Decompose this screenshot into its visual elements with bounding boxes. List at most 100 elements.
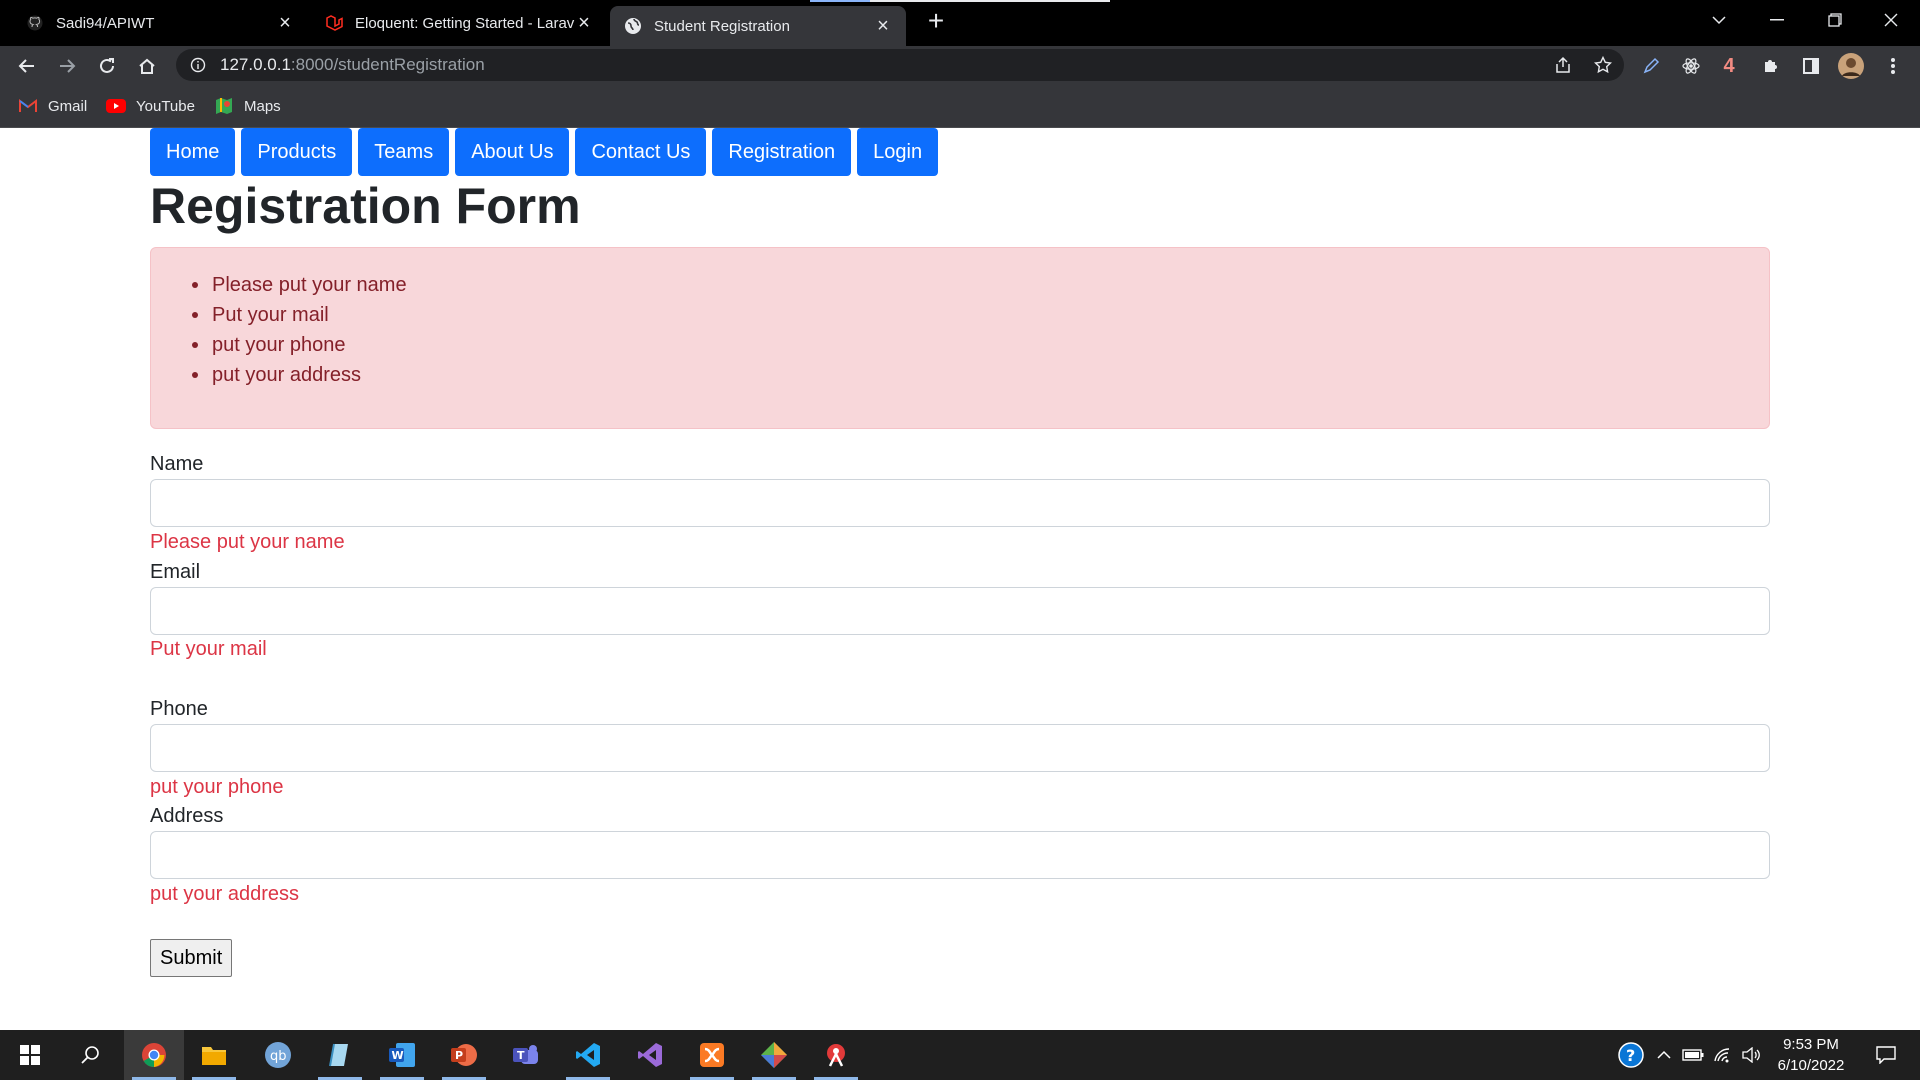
error-list-item: put your address [192, 360, 407, 390]
address-error: put your address [150, 883, 299, 905]
chrome-menu-icon[interactable] [1880, 53, 1906, 79]
vscode-icon[interactable] [558, 1030, 618, 1080]
back-icon[interactable] [14, 53, 40, 79]
web-page: Home Products Teams About Us Contact Us … [0, 128, 1920, 1030]
windows-taskbar: qb W P T ? 9:53 PM 6/10/2022 [0, 1030, 1920, 1080]
bookmarks-bar: Gmail YouTube Maps [0, 84, 1920, 128]
word-icon[interactable]: W [372, 1030, 432, 1080]
system-clock[interactable]: 9:53 PM 6/10/2022 [1770, 1034, 1852, 1076]
tab-title: Student Registration [654, 17, 790, 35]
new-tab-button[interactable]: + [922, 7, 950, 36]
globe-icon [624, 17, 642, 35]
tab-github[interactable]: Sadi94/APIWT × [12, 3, 308, 43]
home-icon[interactable] [134, 53, 160, 79]
tab-title: Sadi94/APIWT [56, 14, 155, 32]
notifications-icon[interactable] [1866, 1030, 1906, 1080]
nav-home[interactable]: Home [150, 128, 236, 176]
email-error: Put your mail [150, 638, 267, 660]
windows-start-icon[interactable] [0, 1030, 60, 1080]
minimize-icon[interactable] [1748, 0, 1806, 40]
qbittorrent-icon[interactable]: qb [248, 1030, 308, 1080]
phone-input[interactable] [150, 724, 1770, 772]
close-tab-icon[interactable]: × [874, 15, 892, 37]
forward-icon[interactable] [54, 53, 80, 79]
visual-studio-icon[interactable] [620, 1030, 680, 1080]
close-tab-icon[interactable]: × [276, 12, 294, 34]
reload-icon[interactable] [94, 53, 120, 79]
bookmark-youtube[interactable]: YouTube [106, 94, 195, 118]
bookmark-maps[interactable]: Maps [214, 94, 281, 118]
extensions-puzzle-icon[interactable] [1758, 53, 1784, 79]
error-list-item: Put your mail [192, 300, 407, 330]
laravel-icon [325, 14, 343, 32]
notepad-icon[interactable] [310, 1030, 370, 1080]
error-list-item: put your phone [192, 330, 407, 360]
nav-contact-us[interactable]: Contact Us [575, 128, 707, 176]
address-bar[interactable]: 127.0.0.1:8000/studentRegistration [176, 49, 1624, 81]
bookmark-label: Gmail [48, 97, 88, 115]
search-icon[interactable] [60, 1030, 120, 1080]
xampp-icon[interactable] [682, 1030, 742, 1080]
phone-error: put your phone [150, 776, 284, 798]
git-icon[interactable] [744, 1030, 804, 1080]
browser-tab-bar: Sadi94/APIWT × Eloquent: Getting Started… [0, 0, 1920, 46]
address-label: Address [150, 805, 224, 827]
gmail-icon [18, 98, 38, 114]
clock-date: 6/10/2022 [1777, 1057, 1845, 1074]
help-icon[interactable]: ? [1616, 1030, 1646, 1080]
wifi-icon[interactable] [1710, 1030, 1736, 1080]
teams-icon[interactable]: T [496, 1030, 556, 1080]
svg-text:qb: qb [270, 1049, 287, 1064]
bookmark-label: Maps [244, 97, 281, 115]
bookmark-label: YouTube [136, 97, 195, 115]
svg-text:T: T [517, 1049, 525, 1062]
tab-student-registration[interactable]: Student Registration × [610, 6, 906, 46]
youtube-icon [106, 98, 126, 114]
submit-button[interactable]: Submit [150, 939, 233, 977]
url-text: 127.0.0.1:8000/studentRegistration [220, 55, 485, 75]
email-input[interactable] [150, 587, 1770, 635]
react-devtools-icon[interactable] [1678, 53, 1704, 79]
battery-icon[interactable] [1680, 1030, 1706, 1080]
page-title: Registration Form [150, 178, 581, 234]
svg-text:P: P [455, 1049, 463, 1062]
share-icon[interactable] [1554, 56, 1572, 79]
address-input[interactable] [150, 831, 1770, 879]
bookmark-gmail[interactable]: Gmail [18, 94, 87, 118]
profile-avatar[interactable] [1838, 53, 1864, 79]
chrome-icon[interactable] [124, 1030, 184, 1080]
nav-products[interactable]: Products [241, 128, 353, 176]
phone-label: Phone [150, 698, 208, 720]
svg-text:?: ? [1626, 1046, 1635, 1065]
side-panel-icon[interactable] [1798, 53, 1824, 79]
snipping-tool-icon[interactable] [806, 1030, 866, 1080]
close-window-icon[interactable] [1862, 0, 1920, 40]
close-tab-icon[interactable]: × [575, 12, 593, 34]
site-info-icon[interactable] [190, 57, 206, 78]
svg-text:W: W [392, 1049, 404, 1062]
error-list-item: Please put your name [192, 270, 407, 300]
github-icon [26, 14, 44, 32]
email-label: Email [150, 561, 201, 583]
error-list: Please put your name Put your mail put y… [192, 270, 407, 390]
tab-laravel[interactable]: Eloquent: Getting Started - Larav × [311, 3, 607, 43]
powerpoint-icon[interactable]: P [434, 1030, 494, 1080]
file-explorer-icon[interactable] [184, 1030, 244, 1080]
browser-toolbar: 127.0.0.1:8000/studentRegistration 4 [0, 46, 1920, 84]
name-error: Please put your name [150, 531, 345, 553]
restore-icon[interactable] [1806, 0, 1864, 40]
nav-about-us[interactable]: About Us [455, 128, 570, 176]
pen-extension-icon[interactable] [1638, 53, 1664, 79]
nav-registration[interactable]: Registration [712, 128, 852, 176]
extension-badge[interactable]: 4 [1716, 53, 1742, 79]
nav-login[interactable]: Login [857, 128, 939, 176]
volume-icon[interactable] [1738, 1030, 1764, 1080]
bookmark-star-icon[interactable] [1593, 55, 1613, 79]
tab-search-chevron-icon[interactable] [1690, 0, 1748, 40]
loading-indicator [810, 0, 1110, 2]
name-input[interactable] [150, 479, 1770, 527]
error-alert: Please put your name Put your mail put y… [150, 247, 1770, 429]
nav-teams[interactable]: Teams [358, 128, 450, 176]
tab-title: Eloquent: Getting Started - Larav [355, 14, 575, 32]
show-hidden-icons-chevron-icon[interactable] [1652, 1030, 1676, 1080]
